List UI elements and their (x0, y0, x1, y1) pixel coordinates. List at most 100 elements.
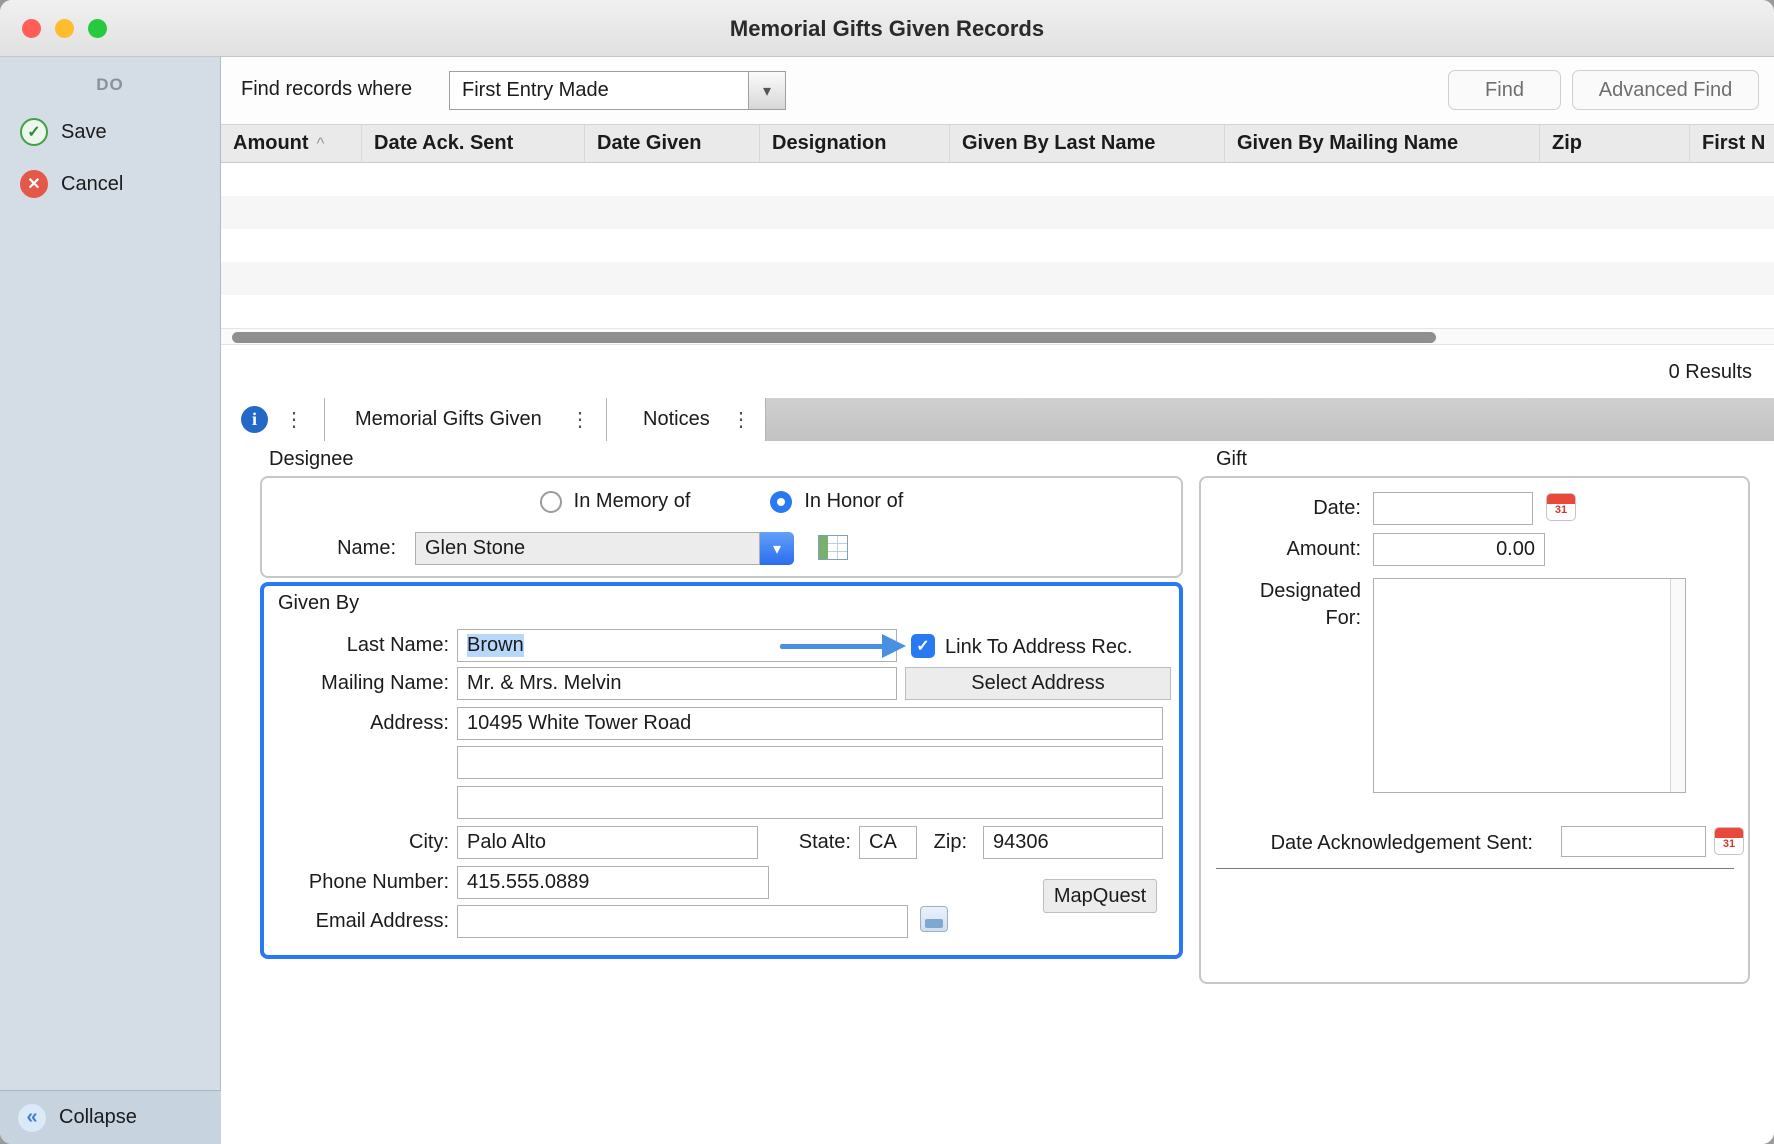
zip-value: 94306 (993, 831, 1049, 854)
column-header-date-given[interactable]: Date Given (585, 125, 760, 162)
selected-text: Brown (467, 634, 524, 657)
gift-amount-input[interactable]: 0.00 (1373, 533, 1545, 566)
address-line3-input[interactable] (457, 786, 1163, 819)
link-to-address-label: Link To Address Rec. (945, 636, 1133, 659)
column-label: Zip (1552, 132, 1582, 155)
save-label: Save (61, 121, 107, 144)
sidebar-header: DO (0, 75, 220, 95)
in-memory-of-radio[interactable]: In Memory of (540, 490, 691, 513)
zip-input[interactable]: 94306 (983, 826, 1163, 859)
find-field-selected-value: First Entry Made (450, 79, 748, 102)
divider (1216, 868, 1734, 869)
horizontal-scrollbar (221, 328, 1774, 345)
phone-number-label: Phone Number: (272, 871, 449, 894)
zoom-window-button[interactable] (88, 19, 107, 38)
radio-selected-icon (770, 491, 792, 513)
column-header-given-by-last-name[interactable]: Given By Last Name (950, 125, 1225, 162)
advanced-find-button[interactable]: Advanced Find (1572, 70, 1759, 110)
save-button[interactable]: Save (0, 112, 220, 152)
email-icon[interactable] (920, 906, 948, 932)
table-row (221, 163, 1774, 196)
vertical-scrollbar[interactable] (1670, 579, 1685, 792)
x-circle-icon (20, 170, 48, 198)
email-address-label: Email Address: (272, 910, 449, 933)
designee-name-input[interactable]: Glen Stone (415, 532, 760, 565)
find-button[interactable]: Find (1448, 70, 1561, 110)
column-label: Given By Last Name (962, 132, 1155, 155)
annotation-arrow-icon (780, 634, 906, 658)
calendar-icon[interactable] (1546, 493, 1576, 521)
date-ack-sent-input[interactable] (1561, 826, 1706, 857)
results-count: 0 Results (1669, 361, 1752, 384)
kebab-menu-icon[interactable] (570, 410, 590, 430)
date-ack-sent-label: Date Acknowledgement Sent: (1201, 832, 1533, 855)
state-label: State: (784, 831, 851, 854)
window-title: Memorial Gifts Given Records (0, 0, 1774, 57)
address-line1-input[interactable]: 10495 White Tower Road (457, 707, 1163, 740)
city-value: Palo Alto (467, 831, 546, 854)
city-input[interactable]: Palo Alto (457, 826, 758, 859)
calendar-icon[interactable] (1714, 827, 1744, 855)
state-input[interactable]: CA (859, 826, 917, 859)
sidebar: DO Save Cancel Collapse (0, 57, 221, 1144)
info-icon[interactable] (241, 406, 268, 433)
in-honor-of-radio[interactable]: In Honor of (770, 490, 903, 513)
phone-number-input[interactable]: 415.555.0889 (457, 866, 769, 899)
last-name-label: Last Name: (272, 634, 449, 657)
cancel-label: Cancel (61, 173, 123, 196)
column-header-given-by-mailing-name[interactable]: Given By Mailing Name (1225, 125, 1540, 162)
column-header-first-name[interactable]: First N (1690, 125, 1774, 162)
zip-label: Zip: (914, 831, 967, 854)
address-line2-input[interactable] (457, 746, 1163, 779)
find-field-dropdown[interactable]: First Entry Made (449, 71, 786, 110)
name-dropdown-button[interactable] (760, 532, 794, 565)
city-label: City: (272, 831, 449, 854)
check-circle-icon (20, 118, 48, 146)
mapquest-button[interactable]: MapQuest (1043, 879, 1157, 913)
record-form: Designee In Memory of In Honor of Name: … (221, 441, 1774, 1144)
sort-ascending-icon: ^ (317, 134, 325, 154)
find-bar: Find records where First Entry Made Find… (221, 57, 1774, 124)
spreadsheet-icon[interactable] (818, 535, 848, 560)
table-row (221, 196, 1774, 229)
results-table-header: Amount ^ Date Ack. Sent Date Given Desig… (221, 124, 1774, 163)
collapse-label: Collapse (59, 1106, 137, 1129)
email-address-input[interactable] (457, 905, 908, 938)
tab-notices[interactable]: Notices (607, 398, 766, 441)
gift-date-input[interactable] (1373, 492, 1533, 525)
chevron-down-icon (773, 539, 781, 559)
designee-radio-group: In Memory of In Honor of (262, 490, 1181, 513)
kebab-menu-icon[interactable] (731, 410, 751, 430)
column-header-zip[interactable]: Zip (1540, 125, 1690, 162)
close-window-button[interactable] (22, 19, 41, 38)
name-label: Name: (262, 537, 396, 560)
column-header-amount[interactable]: Amount ^ (221, 125, 362, 162)
cancel-button[interactable]: Cancel (0, 164, 220, 204)
scrollbar-thumb[interactable] (232, 332, 1436, 343)
table-row (221, 262, 1774, 295)
designated-for-textarea[interactable] (1373, 578, 1686, 793)
tab-bar: Memorial Gifts Given Notices (221, 398, 1774, 441)
column-label: Date Given (597, 132, 701, 155)
tab-memorial-gifts-given[interactable]: Memorial Gifts Given (325, 398, 607, 441)
minimize-window-button[interactable] (55, 19, 74, 38)
dropdown-button[interactable] (748, 72, 785, 109)
gift-section-label: Gift (1216, 448, 1247, 471)
select-address-button[interactable]: Select Address (905, 667, 1171, 700)
designee-name-value: Glen Stone (425, 537, 525, 560)
checkmark-icon (916, 636, 929, 656)
double-chevron-left-icon (18, 1104, 46, 1132)
kebab-menu-icon[interactable] (284, 410, 304, 430)
column-label: Designation (772, 132, 886, 155)
given-by-section: Given By Last Name: Brown Link To Addres… (260, 582, 1183, 959)
link-to-address-checkbox[interactable] (911, 634, 935, 658)
column-label: Given By Mailing Name (1237, 132, 1458, 155)
column-header-date-ack-sent[interactable]: Date Ack. Sent (362, 125, 585, 162)
tab-info-block (221, 398, 325, 441)
column-label: Amount (233, 132, 309, 155)
column-header-designation[interactable]: Designation (760, 125, 950, 162)
chevron-down-icon (763, 81, 771, 101)
collapse-sidebar-button[interactable]: Collapse (0, 1090, 221, 1144)
mailing-name-input[interactable]: Mr. & Mrs. Melvin (457, 667, 897, 700)
phone-number-value: 415.555.0889 (467, 871, 589, 894)
